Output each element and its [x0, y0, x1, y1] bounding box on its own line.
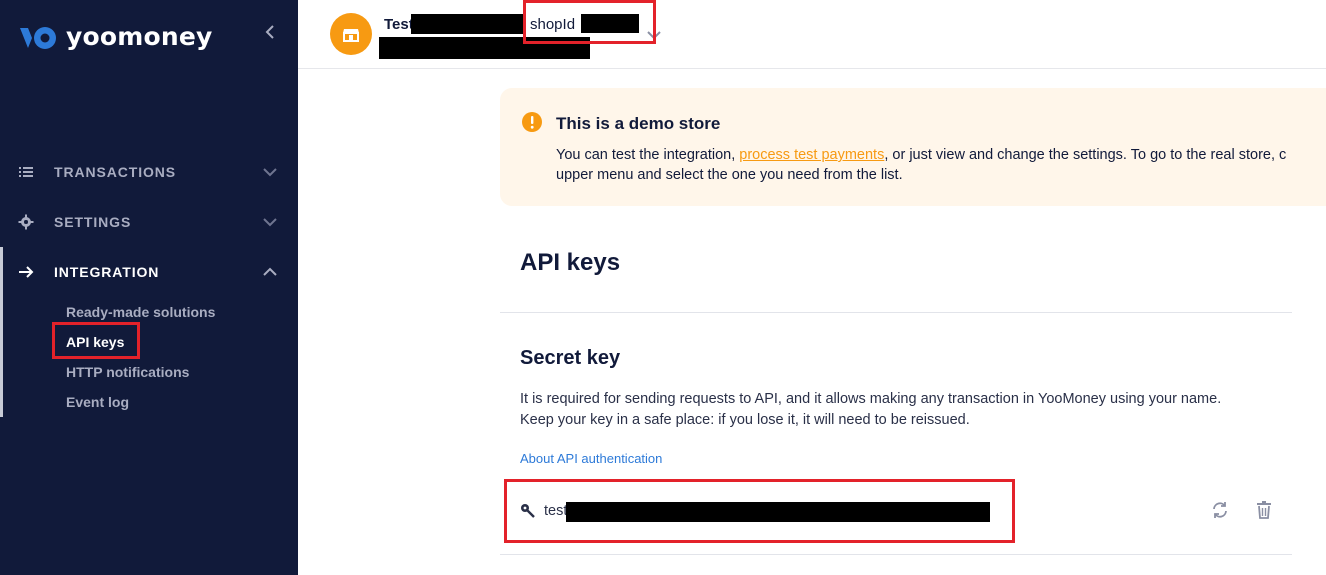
warning-icon: [522, 112, 542, 132]
divider: [500, 554, 1292, 555]
sidebar-sub-event-log[interactable]: Event log: [66, 394, 129, 410]
highlight-api-keys: [52, 322, 140, 359]
banner-text: You can test the integration, process te…: [556, 145, 1326, 185]
nav-label-settings: SETTINGS: [54, 214, 132, 230]
highlight-secret-key: [504, 479, 1015, 543]
sidebar: yoomoney TRANSACTIONS SETTINGS INTEGRATI…: [0, 0, 298, 575]
logo-text: yoomoney: [66, 22, 213, 51]
highlight-shop-id: [523, 0, 656, 44]
nav-item-integration[interactable]: INTEGRATION: [0, 256, 298, 288]
page-title: API keys: [520, 249, 621, 276]
store-name[interactable]: Test: [384, 16, 414, 33]
banner-text-line2: upper menu and select the one you need f…: [556, 167, 903, 183]
nav-item-transactions[interactable]: TRANSACTIONS: [0, 156, 298, 188]
process-test-payments-link[interactable]: process test payments: [739, 147, 884, 163]
list-icon: [19, 167, 33, 177]
yoomoney-logo-icon: [20, 26, 56, 49]
redacted-store-name: [411, 14, 524, 34]
banner-text-part1: You can test the integration,: [556, 147, 740, 163]
divider: [500, 312, 1292, 313]
sidebar-sub-http-notifications[interactable]: HTTP notifications: [66, 364, 189, 380]
logo[interactable]: yoomoney: [18, 22, 213, 51]
secret-key-title: Secret key: [520, 347, 621, 369]
banner-title: This is a demo store: [556, 114, 721, 133]
trash-icon[interactable]: [1254, 500, 1274, 520]
banner-text-part2: , or just view and change the settings. …: [884, 147, 1287, 163]
refresh-icon[interactable]: [1210, 500, 1230, 520]
arrow-right-icon: [19, 266, 34, 278]
secret-key-desc-line1: It is required for sending requests to A…: [520, 391, 1222, 407]
chevron-down-icon: [263, 218, 277, 227]
nav-item-settings[interactable]: SETTINGS: [0, 206, 298, 238]
store-avatar[interactable]: [330, 13, 372, 55]
chevron-up-icon: [263, 267, 277, 276]
chevron-down-icon: [263, 168, 277, 177]
nav-label-transactions: TRANSACTIONS: [54, 164, 177, 180]
nav-label-integration: INTEGRATION: [54, 264, 160, 280]
secret-key-desc-line2: Keep your key in a safe place: if you lo…: [520, 412, 970, 428]
sidebar-sub-ready-made-solutions[interactable]: Ready-made solutions: [66, 304, 215, 320]
secret-key-description: It is required for sending requests to A…: [520, 389, 1221, 431]
store-icon: [343, 29, 359, 42]
about-api-authentication-link[interactable]: About API authentication: [520, 451, 662, 466]
chevron-left-icon[interactable]: [262, 20, 278, 44]
gear-icon: [18, 214, 34, 230]
